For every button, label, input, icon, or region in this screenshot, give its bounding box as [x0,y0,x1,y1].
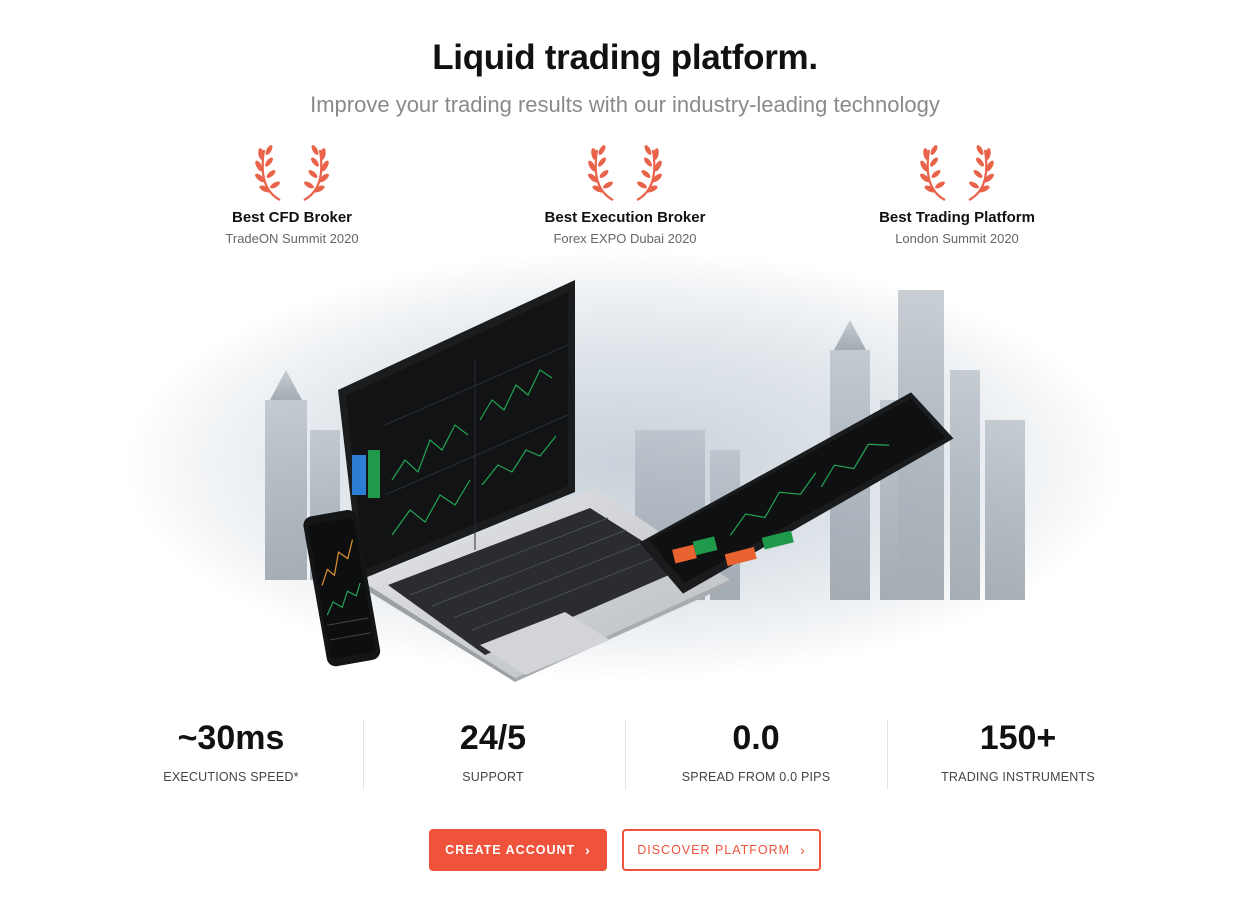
award-event: Forex EXPO Dubai 2020 [553,231,697,246]
stat-label: TRADING INSTRUMENTS [941,770,1095,784]
stat-value: 24/5 [459,719,527,757]
stat-value: 150+ [979,719,1057,757]
award-best-trading-platform: Best Trading Platform London Summit 2020 [837,142,1077,246]
page-title: Liquid trading platform. [432,38,818,77]
stat-support: 24/5 SUPPORT [362,718,624,790]
laurel-icon [920,142,994,204]
chevron-right-icon: › [800,842,806,858]
laurel-icon [255,142,329,204]
discover-platform-button[interactable]: DISCOVER PLATFORM › [622,829,821,871]
stat-label: SUPPORT [462,770,524,784]
award-best-cfd-broker: Best CFD Broker TradeON Summit 2020 [172,142,412,246]
laurel-icon [588,142,662,204]
stat-value: 0.0 [732,719,780,757]
award-event: TradeON Summit 2020 [225,231,359,246]
devices-hero-image [125,250,1125,682]
award-event: London Summit 2020 [895,231,1019,246]
create-account-label: CREATE ACCOUNT [445,843,576,857]
stat-label: SPREAD FROM 0.0 PIPS [681,770,831,784]
stat-instruments: 150+ TRADING INSTRUMENTS [887,718,1149,790]
award-title: Best CFD Broker [231,209,353,226]
award-title: Best Execution Broker [544,209,706,226]
page-subtitle: Improve your trading results with our in… [310,92,940,117]
discover-platform-label: DISCOVER PLATFORM [637,843,791,857]
award-best-execution-broker: Best Execution Broker Forex EXPO Dubai 2… [505,142,745,246]
create-account-button[interactable]: CREATE ACCOUNT › [429,829,607,871]
stats-row: ~30ms EXECUTIONS SPEED* 24/5 SUPPORT 0.0… [100,718,1150,790]
stat-value: ~30ms [177,719,285,757]
stat-label: EXECUTIONS SPEED* [163,770,299,784]
stat-spread: 0.0 SPREAD FROM 0.0 PIPS [625,718,887,790]
award-title: Best Trading Platform [879,209,1035,226]
stat-execution-speed: ~30ms EXECUTIONS SPEED* [100,718,362,790]
chevron-right-icon: › [585,842,591,858]
